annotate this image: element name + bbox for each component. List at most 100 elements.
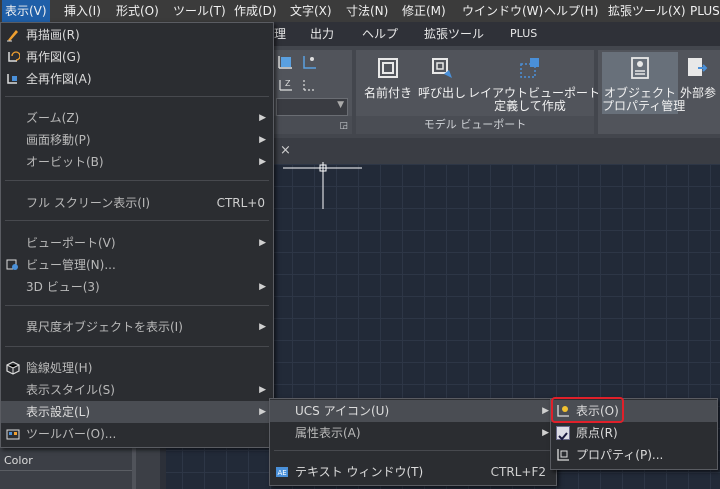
named-viewport-button[interactable]: 名前付き bbox=[360, 56, 416, 100]
menu-draw[interactable]: 作成(D) bbox=[234, 0, 277, 22]
menu-item-viewports[interactable]: ビューポート(V) ▶ bbox=[1, 232, 273, 254]
tab-help[interactable]: ヘルプ bbox=[362, 22, 398, 46]
menu-format[interactable]: 形式(O) bbox=[116, 0, 159, 22]
external-ref-icon bbox=[688, 58, 708, 76]
menu-item-redraw[interactable]: 再描画(R) bbox=[1, 24, 273, 46]
menu-item-annotative[interactable]: 異尺度オブジェクトを表示(I) ▶ bbox=[1, 316, 273, 338]
menu-view[interactable]: 表示(V) bbox=[2, 0, 50, 22]
menu-item-ucs-origin[interactable]: 原点(R) bbox=[551, 422, 717, 444]
submenu-arrow-icon: ▶ bbox=[259, 407, 266, 417]
menu-item-view-manager[interactable]: ビュー管理(N)... bbox=[1, 254, 273, 276]
menu-item-visual-styles[interactable]: 表示スタイル(S) ▶ bbox=[1, 379, 273, 401]
menu-item-regen-all[interactable]: 全再作図(A) bbox=[1, 68, 273, 90]
menu-item-label: 属性表示(A) bbox=[295, 426, 361, 440]
submenu-arrow-icon: ▶ bbox=[259, 282, 266, 292]
ucs-origin-icon[interactable] bbox=[302, 54, 318, 70]
menu-item-display-settings[interactable]: 表示設定(L) ▶ bbox=[1, 401, 273, 423]
external-ref-label: 外部参 bbox=[680, 86, 717, 100]
chevron-down-icon: ▼ bbox=[337, 100, 344, 110]
menu-help[interactable]: ヘルプ(H) bbox=[544, 0, 598, 22]
menu-item-orbit[interactable]: オービット(B) ▶ bbox=[1, 151, 273, 173]
layout-viewport-icon bbox=[520, 58, 539, 78]
menu-modify[interactable]: 修正(M) bbox=[402, 0, 446, 22]
ucs-z-icon[interactable]: Z bbox=[278, 76, 294, 92]
submenu-arrow-icon: ▶ bbox=[542, 406, 549, 416]
menu-item-pan[interactable]: 画面移動(P) ▶ bbox=[1, 129, 273, 151]
text-window-icon: AE bbox=[276, 467, 288, 477]
menu-item-label: ツールバー(O)... bbox=[26, 427, 117, 441]
submenu-arrow-icon: ▶ bbox=[259, 113, 266, 123]
menu-item-label: 再作図(G) bbox=[26, 50, 81, 64]
checkmark-icon bbox=[556, 426, 570, 441]
menu-separator bbox=[5, 96, 269, 97]
ribbon-panel-model-viewport: 名前付き 呼び出し レイアウトビューポートを 定義して作成 モデル ビューポート bbox=[356, 50, 612, 134]
submenu-arrow-icon: ▶ bbox=[259, 135, 266, 145]
menu-window[interactable]: ウインドウ(W) bbox=[462, 0, 543, 22]
ucs-properties-icon bbox=[557, 449, 569, 461]
menu-item-attribute-display[interactable]: 属性表示(A) ▶ bbox=[270, 422, 556, 444]
menu-item-ucs-icon[interactable]: UCS アイコン(U) ▶ bbox=[270, 400, 556, 422]
ucs-dropdown[interactable]: ▼ bbox=[276, 98, 348, 116]
menu-item-shortcut: CTRL+F2 bbox=[490, 465, 546, 479]
menu-item-label: 表示設定(L) bbox=[26, 405, 91, 419]
submenu-arrow-icon: ▶ bbox=[259, 385, 266, 395]
tab-output[interactable]: 出力 bbox=[310, 22, 334, 46]
menu-dimension[interactable]: 寸法(N) bbox=[346, 0, 388, 22]
svg-text:Z: Z bbox=[285, 79, 291, 88]
layout-viewport-label-2: 定義して作成 bbox=[494, 99, 566, 113]
menu-text[interactable]: 文字(X) bbox=[290, 0, 332, 22]
menu-item-label: UCS アイコン(U) bbox=[295, 404, 390, 418]
menu-item-label: フル スクリーン表示(I) bbox=[26, 196, 151, 210]
submenu-arrow-icon: ▶ bbox=[542, 428, 549, 438]
submenu-arrow-icon: ▶ bbox=[259, 322, 266, 332]
panel-launcher-icon[interactable]: ◲ bbox=[339, 121, 348, 131]
object-property-button[interactable]: オブジェクト プロパティ管理 bbox=[602, 56, 686, 113]
view-manager-icon bbox=[6, 259, 18, 270]
ucs-world-icon[interactable] bbox=[278, 54, 294, 70]
callout-label: 呼び出し bbox=[417, 86, 466, 100]
palette-color-label: Color bbox=[4, 454, 33, 467]
submenu-arrow-icon: ▶ bbox=[259, 157, 266, 167]
menu-item-label: ズーム(Z) bbox=[26, 111, 80, 125]
menu-item-fullscreen[interactable]: フル スクリーン表示(I) CTRL+0 bbox=[1, 192, 273, 214]
menu-tools[interactable]: ツール(T) bbox=[173, 0, 226, 22]
menu-plus[interactable]: PLUS( bbox=[690, 0, 720, 22]
callout-button[interactable]: 呼び出し bbox=[416, 56, 468, 100]
tab-ext-tools[interactable]: 拡張ツール bbox=[424, 22, 484, 46]
menu-item-zoom[interactable]: ズーム(Z) ▶ bbox=[1, 107, 273, 129]
menu-item-label: 陰線処理(H) bbox=[26, 361, 93, 375]
external-ref-button[interactable]: 外部参 bbox=[680, 56, 720, 100]
menu-item-label: ビュー管理(N)... bbox=[26, 258, 116, 272]
menu-item-hide[interactable]: 陰線処理(H) bbox=[1, 357, 273, 379]
model-viewport-panel-title: モデル ビューポート bbox=[356, 116, 594, 134]
tab-manage[interactable]: 理 bbox=[274, 22, 286, 46]
menu-separator bbox=[5, 220, 269, 221]
menu-item-label: 異尺度オブジェクトを表示(I) bbox=[26, 320, 183, 334]
named-viewport-label: 名前付き bbox=[363, 86, 412, 100]
named-viewport-icon bbox=[378, 58, 398, 78]
menu-item-toolbars[interactable]: ツールバー(O)... bbox=[1, 423, 273, 445]
menu-item-3d-views[interactable]: 3D ビュー(3) ▶ bbox=[1, 276, 273, 298]
tab-plus[interactable]: PLUS bbox=[510, 22, 537, 46]
menu-bar: 表示(V) 挿入(I) 形式(O) ツール(T) 作成(D) 文字(X) 寸法(… bbox=[0, 0, 720, 22]
menu-item-label: 原点(R) bbox=[576, 426, 618, 440]
menu-item-label: 画面移動(P) bbox=[26, 133, 91, 147]
ucs-3point-icon[interactable] bbox=[302, 76, 318, 92]
hide-icon bbox=[6, 361, 20, 375]
menu-insert[interactable]: 挿入(I) bbox=[64, 0, 101, 22]
menu-separator bbox=[5, 305, 269, 306]
menu-item-ucs-properties[interactable]: プロパティ(P)... bbox=[551, 444, 717, 466]
layout-viewport-button[interactable]: レイアウトビューポートを 定義して作成 bbox=[468, 56, 612, 113]
regen-icon bbox=[8, 51, 20, 62]
menu-item-regen[interactable]: 再作図(G) bbox=[1, 46, 273, 68]
close-tab-icon[interactable]: × bbox=[280, 143, 291, 158]
menu-item-text-window[interactable]: AE テキスト ウィンドウ(T) CTRL+F2 bbox=[270, 461, 556, 483]
menu-item-label: 全再作図(A) bbox=[26, 72, 92, 86]
menu-separator bbox=[274, 450, 552, 451]
red-highlight-box bbox=[551, 397, 624, 423]
ribbon-panel-object: オブジェクト プロパティ管理 外部参 bbox=[598, 50, 720, 134]
menu-ext-tools[interactable]: 拡張ツール(X) bbox=[608, 0, 686, 22]
submenu-arrow-icon: ▶ bbox=[259, 238, 266, 248]
object-property-label-2: プロパティ管理 bbox=[602, 99, 686, 113]
menu-item-label: テキスト ウィンドウ(T) bbox=[295, 465, 424, 479]
